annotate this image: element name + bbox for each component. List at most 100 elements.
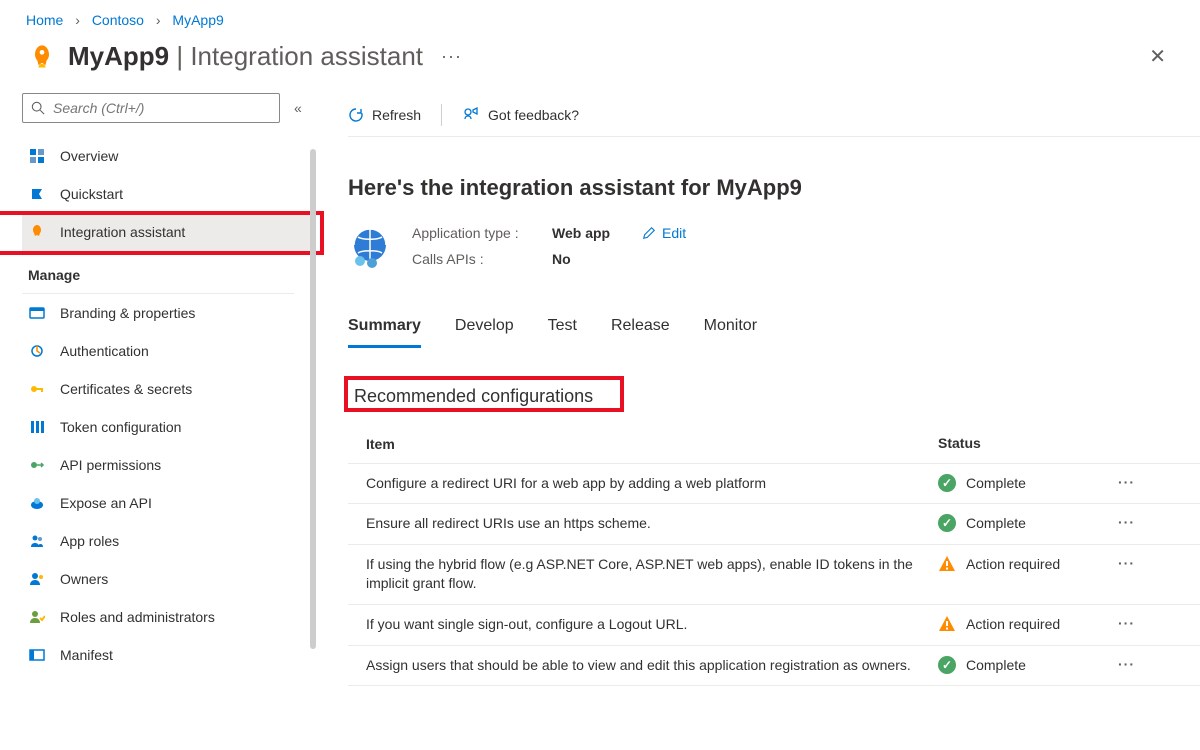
owners-icon [28,570,46,588]
apiperm-icon [28,456,46,474]
content-heading: Here's the integration assistant for MyA… [348,175,1200,201]
refresh-button[interactable]: Refresh [348,107,421,123]
check-icon: ✓ [938,474,956,492]
sidebar-item-label: Token configuration [60,419,181,435]
expose-icon [28,494,46,512]
sidebar-item-api-permissions[interactable]: API permissions [22,446,310,484]
sidebar-item-certificates-secrets[interactable]: Certificates & secrets [22,370,310,408]
row-item: Assign users that should be able to view… [348,656,938,676]
chevron-right-icon: › [75,12,80,28]
recommendations-table: Item Status Configure a redirect URI for… [348,425,1200,686]
row-more-button[interactable]: ··· [1118,656,1158,672]
sidebar-item-roles-and-administrators[interactable]: Roles and administrators [22,598,310,636]
tab-release[interactable]: Release [611,317,670,348]
app-type-value: Web app [552,225,642,241]
recommended-title: Recommended configurations [354,386,593,406]
calls-apis-label: Calls APIs : [412,251,552,267]
row-item: Ensure all redirect URIs use an https sc… [348,514,938,534]
sidebar-item-authentication[interactable]: Authentication [22,332,310,370]
close-button[interactable]: ✕ [1141,40,1174,73]
rocket-icon [28,223,46,241]
feedback-icon [462,107,480,123]
table-row: If using the hybrid flow (e.g ASP.NET Co… [348,545,1200,605]
warning-icon [938,555,956,573]
sidebar-item-label: Integration assistant [60,224,185,240]
page-title: MyApp9 | Integration assistant [68,41,423,72]
row-status: ✓Complete [938,656,1118,674]
sidebar-item-integration-assistant[interactable]: Integration assistant [22,213,310,251]
warning-icon [938,615,956,633]
tabs: Summary Develop Test Release Monitor [348,317,1200,348]
sidebar-item-label: API permissions [60,457,161,473]
table-header: Item Status [348,425,1200,464]
row-item: Configure a redirect URI for a web app b… [348,474,938,494]
page-title-row: MyApp9 | Integration assistant ··· ✕ [0,36,1200,93]
sidebar-item-label: App roles [60,533,119,549]
overview-icon [28,147,46,165]
sidebar-item-label: Owners [60,571,108,587]
rocket-icon [26,41,58,73]
collapse-sidebar-button[interactable]: « [294,100,302,116]
edit-button[interactable]: Edit [642,225,722,241]
table-row: If you want single sign-out, configure a… [348,605,1200,646]
breadcrumb-app[interactable]: MyApp9 [172,12,223,28]
app-type-label: Application type : [412,225,552,241]
toolbar-divider [441,104,442,126]
table-row: Assign users that should be able to view… [348,646,1200,687]
tab-summary[interactable]: Summary [348,317,421,348]
sidebar: « Overview Quickstart Integration assistan… [0,93,310,749]
quickstart-icon [28,185,46,203]
sidebar-item-label: Roles and administrators [60,609,215,625]
row-item: If using the hybrid flow (e.g ASP.NET Co… [348,555,938,594]
search-input[interactable] [53,100,271,116]
row-status: Action required [938,555,1118,573]
key-icon [28,380,46,398]
row-more-button[interactable]: ··· [1118,474,1158,490]
sidebar-item-label: Authentication [60,343,149,359]
check-icon: ✓ [938,656,956,674]
tab-develop[interactable]: Develop [455,317,514,348]
roles-icon [28,608,46,626]
search-box[interactable] [22,93,280,123]
row-status: Action required [938,615,1118,633]
tab-monitor[interactable]: Monitor [704,317,757,348]
table-row: Ensure all redirect URIs use an https sc… [348,504,1200,545]
sidebar-item-manifest[interactable]: Manifest [22,636,310,674]
row-more-button[interactable]: ··· [1118,514,1158,530]
approles-icon [28,532,46,550]
search-icon [31,101,45,115]
tab-test[interactable]: Test [548,317,577,348]
row-item: If you want single sign-out, configure a… [348,615,938,635]
sidebar-item-owners[interactable]: Owners [22,560,310,598]
main-content: Refresh Got feedback? Here's the integra… [310,93,1200,749]
sidebar-item-label: Expose an API [60,495,152,511]
sidebar-item-label: Quickstart [60,186,123,202]
sidebar-item-token-configuration[interactable]: Token configuration [22,408,310,446]
sidebar-item-branding-properties[interactable]: Branding & properties [22,294,310,332]
sidebar-item-label: Certificates & secrets [60,381,192,397]
sidebar-item-quickstart[interactable]: Quickstart [22,175,310,213]
branding-icon [28,304,46,322]
app-info: Application type : Web app Edit Calls AP… [348,225,1200,269]
refresh-icon [348,107,364,123]
sidebar-item-label: Branding & properties [60,305,195,321]
check-icon: ✓ [938,514,956,532]
pencil-icon [642,226,656,240]
breadcrumb-tenant[interactable]: Contoso [92,12,144,28]
token-icon [28,418,46,436]
breadcrumb: Home › Contoso › MyApp9 [0,0,1200,36]
sidebar-item-overview[interactable]: Overview [22,137,310,175]
sidebar-item-app-roles[interactable]: App roles [22,522,310,560]
breadcrumb-home[interactable]: Home [26,12,63,28]
more-button[interactable]: ··· [441,46,462,67]
row-more-button[interactable]: ··· [1118,615,1158,631]
sidebar-item-label: Manifest [60,647,113,663]
auth-icon [28,342,46,360]
feedback-button[interactable]: Got feedback? [462,107,579,123]
app-type-icon [348,225,392,269]
calls-apis-value: No [552,251,642,267]
row-status: ✓Complete [938,514,1118,532]
row-more-button[interactable]: ··· [1118,555,1158,571]
sidebar-item-expose-an-api[interactable]: Expose an API [22,484,310,522]
row-status: ✓Complete [938,474,1118,492]
